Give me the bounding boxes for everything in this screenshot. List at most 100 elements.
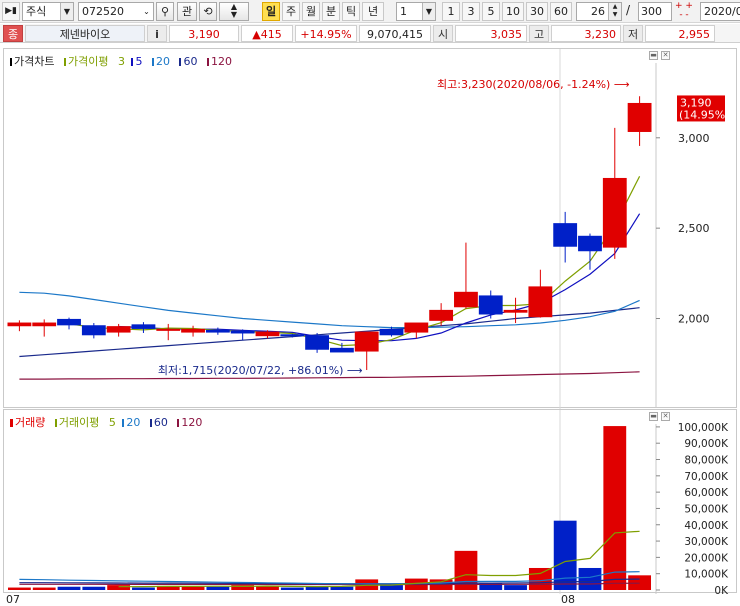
low-price: 2,955 (645, 25, 715, 42)
search-button[interactable]: ⚲ (156, 2, 174, 21)
volume-chart-pane[interactable]: 0K 10,000K 20,000K 30,000K 40,000K 50,000K 60,… (3, 409, 738, 594)
quick-10-button[interactable]: 10 (502, 2, 524, 21)
vol-legend-ma60-item: 60 (149, 416, 171, 429)
volume-tick-label: 90,000K (684, 438, 729, 450)
date-input[interactable]: 2020/0 (700, 2, 740, 21)
price-legend-ma60: 60 (183, 55, 198, 68)
period-year-button[interactable]: 년 (362, 2, 384, 21)
multiplier-select[interactable]: 1 ▼ (396, 2, 436, 21)
price-legend-ma120-item: 120 (206, 55, 235, 68)
candle-body (255, 331, 280, 337)
refresh-icon: ⟲ (203, 5, 213, 18)
min-price-annotation: 최저:1,715(2020/07/22, +86.01%) ⟶ (158, 364, 363, 377)
quick-1-button[interactable]: 1 (442, 2, 460, 21)
current-price: 3,190 (169, 25, 239, 42)
vol-legend-ma20-item: 20 (122, 416, 143, 429)
quick-30-button[interactable]: 30 (526, 2, 548, 21)
stock-code-input[interactable]: 072520 ⌄ (78, 2, 154, 21)
price-legend-ma-label-text: 가격이평 (67, 55, 109, 68)
toolbar: ▶▮ 주식 ▼ 072520 ⌄ ⚲ 관 ⟲ ▲ ▼ 일 주 월 분 틱 년 1 … (0, 0, 740, 23)
volume-chart-svg[interactable]: 0K 10,000K 20,000K 30,000K 40,000K 50,000K 60,… (4, 410, 738, 594)
candle-body (404, 322, 429, 333)
price-legend-ma-label: 가격이평 (63, 55, 111, 68)
max-price-annotation: 최고:3,230(2020/08/06, -1.24%) ⟶ (437, 78, 630, 91)
candle-body (57, 318, 81, 326)
chevron-down-icon[interactable]: ⌄ (140, 3, 153, 20)
candle-body (379, 328, 404, 336)
candle-body (627, 102, 652, 132)
candle-body (528, 286, 553, 318)
count-spinner-icon[interactable]: ▲ ▼ (608, 3, 621, 20)
count-separator: / (626, 3, 631, 17)
close-pane-icon[interactable]: ✕ (661, 51, 670, 60)
volume-bar (603, 426, 627, 590)
candle-body (230, 330, 255, 334)
candle-body (7, 322, 32, 327)
up-down-spinner[interactable]: ▲ ▼ (219, 2, 249, 21)
volume-tick-label: 30,000K (684, 536, 729, 548)
period-minute-button[interactable]: 분 (322, 2, 340, 21)
vol-legend-ma-label: 거래이평 (54, 416, 102, 429)
candle-body (81, 325, 106, 336)
price-legend-ma5: 5 (135, 55, 143, 68)
price-legend-ma20-item: 20 (151, 55, 173, 68)
open-price: 3,035 (455, 25, 527, 42)
vol-legend-ma120-item: 120 (177, 416, 205, 429)
minimize-pane-icon[interactable]: ▬ (649, 412, 658, 421)
spin-down-icon[interactable]: ▼ (231, 10, 237, 19)
candle-body (205, 329, 230, 333)
vol-legend-ma120: 120 (181, 416, 203, 429)
total-input[interactable]: 300 (638, 2, 672, 21)
volume-bar (82, 586, 106, 590)
vol-legend-ma60: 60 (153, 416, 168, 429)
count-input[interactable]: 26 ▲ ▼ (576, 2, 622, 21)
vol-legend-ma20: 20 (126, 416, 141, 429)
info-button[interactable]: i (147, 25, 167, 42)
volume-tick-label: 40,000K (684, 520, 729, 532)
volume-bar (578, 567, 602, 590)
x-axis-label-08: 08 (561, 593, 575, 606)
period-tick-button[interactable]: 틱 (342, 2, 360, 21)
quick-3-button[interactable]: 3 (462, 2, 480, 21)
volume-tick-label: 10,000K (684, 569, 729, 581)
chart-type-toggle-icon[interactable]: ▶▮ (2, 2, 20, 21)
volume-tick-label: 80,000K (684, 455, 729, 467)
candle-body (131, 324, 156, 329)
volume-tick-label: 50,000K (684, 503, 729, 515)
candle-body (503, 309, 528, 313)
last-price-pct: (14.95%) (679, 108, 730, 121)
period-day-button[interactable]: 일 (262, 2, 280, 21)
candle-body (578, 235, 602, 252)
refresh-button[interactable]: ⟲ (199, 2, 217, 21)
vol-legend-ma5: 5 (108, 416, 116, 429)
price-legend-ma3: 3 (117, 55, 125, 68)
chevron-down-icon[interactable]: ▼ (60, 3, 73, 20)
price-chart-pane[interactable]: 2,000 2,500 3,000 최고:3,230(2020/08/06, -1.2… (3, 48, 738, 409)
volume-bar (206, 586, 230, 590)
chevron-down-icon[interactable]: ▼ (422, 3, 435, 20)
gwan-button[interactable]: 관 (177, 2, 197, 21)
volume-tick-label: 70,000K (684, 471, 729, 483)
period-week-button[interactable]: 주 (282, 2, 300, 21)
minimize-pane-icon[interactable]: ▬ (649, 51, 658, 60)
quick-60-button[interactable]: 60 (550, 2, 572, 21)
price-legend-title-text: 가격차트 (14, 55, 55, 68)
market-select[interactable]: 주식 ▼ (22, 2, 74, 21)
volume-bar (280, 587, 304, 590)
candle-body (553, 223, 578, 247)
vol-legend-ma-label-text: 거래이평 (58, 416, 100, 429)
zoom-icon[interactable]: + + - - (674, 2, 694, 21)
multiplier-value: 1 (400, 5, 407, 18)
high-label: 고 (529, 25, 549, 42)
quick-5-button[interactable]: 5 (482, 2, 500, 21)
period-month-button[interactable]: 월 (302, 2, 320, 21)
volume-bar (132, 587, 155, 590)
price-change: ▲415 (241, 25, 293, 42)
volume-bar (330, 586, 354, 590)
price-chart-svg[interactable]: 2,000 2,500 3,000 최고:3,230(2020/08/06, -1.2… (4, 49, 738, 409)
candle-body (354, 331, 379, 352)
close-pane-icon[interactable]: ✕ (661, 412, 670, 421)
price-legend-title: 가격차트 (10, 55, 57, 68)
price-tick-label: 2,500 (678, 222, 710, 235)
x-axis-label-07: 07 (6, 593, 20, 606)
